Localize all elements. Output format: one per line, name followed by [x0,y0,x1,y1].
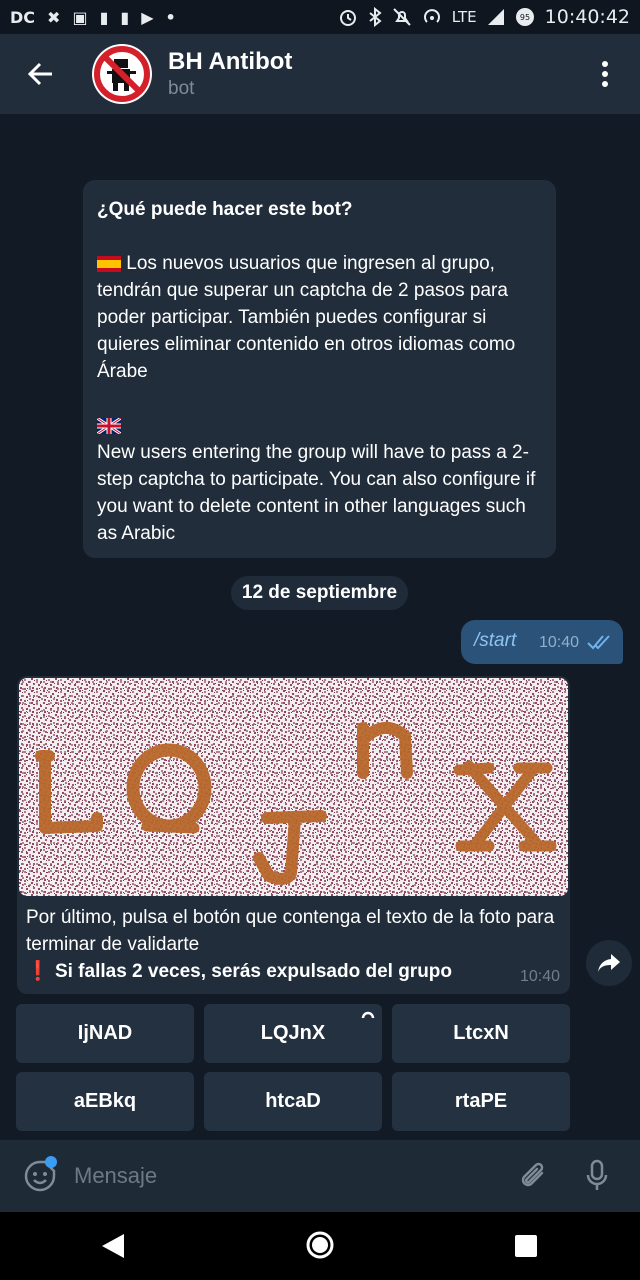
status-notification-icons: DC ✖ ▣ ▮ ▮ ▶ • [10,8,176,27]
incoming-message-text-block: Por último, pulsa el botón que contenga … [26,904,556,985]
bot-info-question: ¿Qué puede hacer este bot? [97,199,353,220]
alarm-icon [339,10,356,26]
incoming-message-text: Por último, pulsa el botón que contenga … [26,907,555,955]
spain-flag-icon [97,255,121,272]
date-separator: 12 de septiembre [231,576,408,610]
no-robot-icon [94,46,150,102]
outgoing-message-time: 10:40 [539,634,580,651]
captcha-image[interactable] [19,678,568,896]
status-system-icons: LTE 95 10:40:42 [338,6,630,28]
chat-header: BH Antibot bot [0,34,640,114]
loading-spinner-icon [361,1011,375,1019]
nav-back-icon[interactable] [100,1232,126,1260]
system-navigation-bar [0,1212,640,1280]
captcha-option-button[interactable]: aEBkq [16,1072,194,1131]
play-store-icon: ▶ [141,7,154,27]
captcha-option-button[interactable]: rtaPE [392,1072,570,1131]
captcha-option-button[interactable]: LQJnX [204,1004,382,1063]
message-composer [0,1140,640,1212]
double-check-icon [587,635,610,650]
svg-text:95: 95 [520,13,530,22]
bluetooth-icon [369,7,382,27]
notification-dot [45,1156,57,1168]
clock: 10:40:42 [544,6,630,28]
dc-icon: DC [10,7,36,27]
bot-info-spanish: Los nuevos usuarios que ingresen al grup… [97,250,542,385]
back-button[interactable] [0,34,80,114]
captcha-picture [19,678,568,896]
more-options-button[interactable] [570,34,640,114]
arrow-left-icon [27,62,52,86]
more-notifications-icon: • [165,7,176,27]
voice-message-button[interactable] [572,1140,622,1212]
captcha-option-button[interactable]: IjNAD [16,1004,194,1063]
bot-info-english-text: New users entering the group will have t… [97,442,536,544]
exclamation-icon: ❗ [26,961,50,982]
battery-saver-icon: ▮ [120,7,130,27]
nav-home-icon[interactable] [305,1230,335,1260]
bot-info-card: ¿Qué puede hacer este bot? Los nuevos us… [83,180,556,558]
mute-icon [393,8,411,26]
attach-button[interactable] [508,1140,558,1212]
emoji-button[interactable] [10,1140,70,1212]
avatar[interactable] [92,44,152,104]
signal-icon [487,9,504,25]
battery-icon: 95 [515,8,534,26]
paperclip-icon [521,1162,544,1187]
forward-button[interactable] [586,940,632,986]
uk-flag-icon [97,417,121,434]
incoming-warning-text: Si fallas 2 veces, serás expulsado del g… [54,961,453,982]
more-vertical-icon [602,61,608,87]
incoming-message-time: 10:40 [519,968,560,985]
captcha-option-button[interactable]: LtcxN [392,1004,570,1063]
incoming-warning: ❗ Si fallas 2 veces, serás expulsado del… [26,958,556,985]
sim-icon: ▮ [99,7,109,27]
network-type: LTE [451,8,477,26]
chat-area[interactable]: ¿Qué puede hacer este bot? Los nuevos us… [0,114,640,1140]
captcha-option-label: LQJnX [260,1022,326,1044]
chat-title-block[interactable]: BH Antibot bot [168,48,292,100]
status-bar: DC ✖ ▣ ▮ ▮ ▶ • LTE 95 10:40:42 [0,0,640,34]
outgoing-message-text: /start [474,630,517,651]
forward-icon [598,954,620,972]
outgoing-message[interactable]: /start 10:40 [461,620,623,664]
bot-info-spanish-text: Los nuevos usuarios que ingresen al grup… [97,253,516,382]
inline-keyboard: IjNAD LQJnX LtcxN aEBkq htcaD rtaPE [16,1004,570,1132]
chat-title: BH Antibot [168,48,293,75]
bot-info-uk-flag [97,412,542,439]
x-app-icon: ✖ [47,7,61,27]
hotspot-icon [423,9,440,23]
incoming-message[interactable]: Por último, pulsa el botón que contenga … [17,676,570,994]
image-icon: ▣ [72,7,88,27]
microphone-icon [586,1159,608,1190]
message-input[interactable] [74,1151,494,1201]
nav-recent-apps-icon[interactable] [514,1234,538,1258]
captcha-option-button[interactable]: htcaD [204,1072,382,1131]
chat-subtitle: bot [168,78,195,99]
